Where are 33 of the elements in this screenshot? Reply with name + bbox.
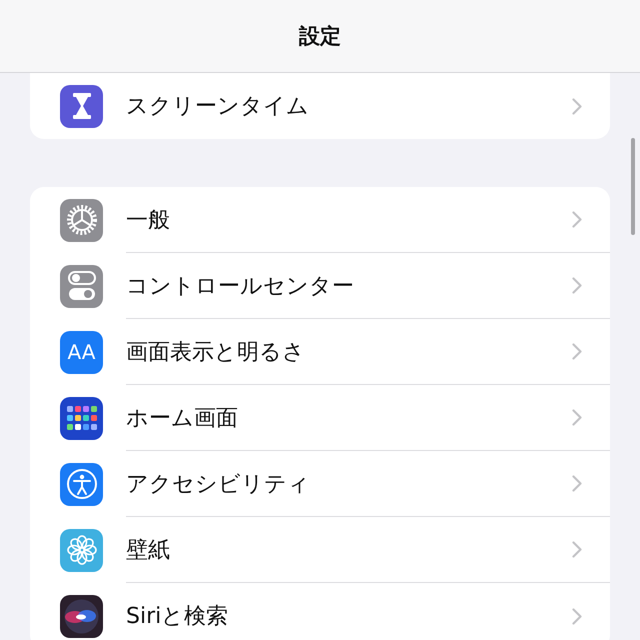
chevron-icon xyxy=(572,277,582,294)
chevron-icon xyxy=(572,343,582,360)
row-label: コントロールセンター xyxy=(126,272,355,300)
gear-icon xyxy=(60,198,103,242)
row-label: 壁紙 xyxy=(126,536,171,564)
hourglass-icon xyxy=(60,84,103,128)
chevron-icon xyxy=(572,608,582,624)
settings-row[interactable]: Siriと検索 xyxy=(30,583,610,640)
row-label: 画面表示と明るさ xyxy=(126,338,306,366)
settings-row[interactable]: ホーム画面 xyxy=(30,385,610,451)
row-label: アクセシビリティ xyxy=(126,470,311,498)
settings-row[interactable]: 一般 xyxy=(30,187,610,253)
settings-row[interactable]: スクリーンタイム xyxy=(30,73,610,139)
settings-row[interactable]: コントロールセンター xyxy=(30,253,610,319)
row-label: スクリーンタイム xyxy=(126,93,310,121)
page-title: 設定 xyxy=(299,23,341,50)
glyph-text: AA xyxy=(68,340,96,364)
chevron-icon xyxy=(572,211,582,228)
chevron-icon xyxy=(572,541,582,558)
toggles-icon xyxy=(60,264,103,308)
flower-icon xyxy=(60,528,103,572)
settings-row[interactable]: AA 画面表示と明るさ xyxy=(30,319,610,385)
orb-icon xyxy=(60,594,103,638)
chevron-icon xyxy=(572,409,582,426)
chevron-icon xyxy=(572,98,582,114)
grid-icon xyxy=(60,396,103,440)
accessibility-icon xyxy=(60,462,103,506)
row-label: 一般 xyxy=(126,206,171,234)
row-label: ホーム画面 xyxy=(126,404,239,432)
chevron-icon xyxy=(572,475,582,492)
row-label: Siriと検索 xyxy=(126,603,230,631)
settings-row[interactable]: 壁紙 xyxy=(30,517,610,583)
settings-row[interactable]: アクセシビリティ xyxy=(30,451,610,517)
